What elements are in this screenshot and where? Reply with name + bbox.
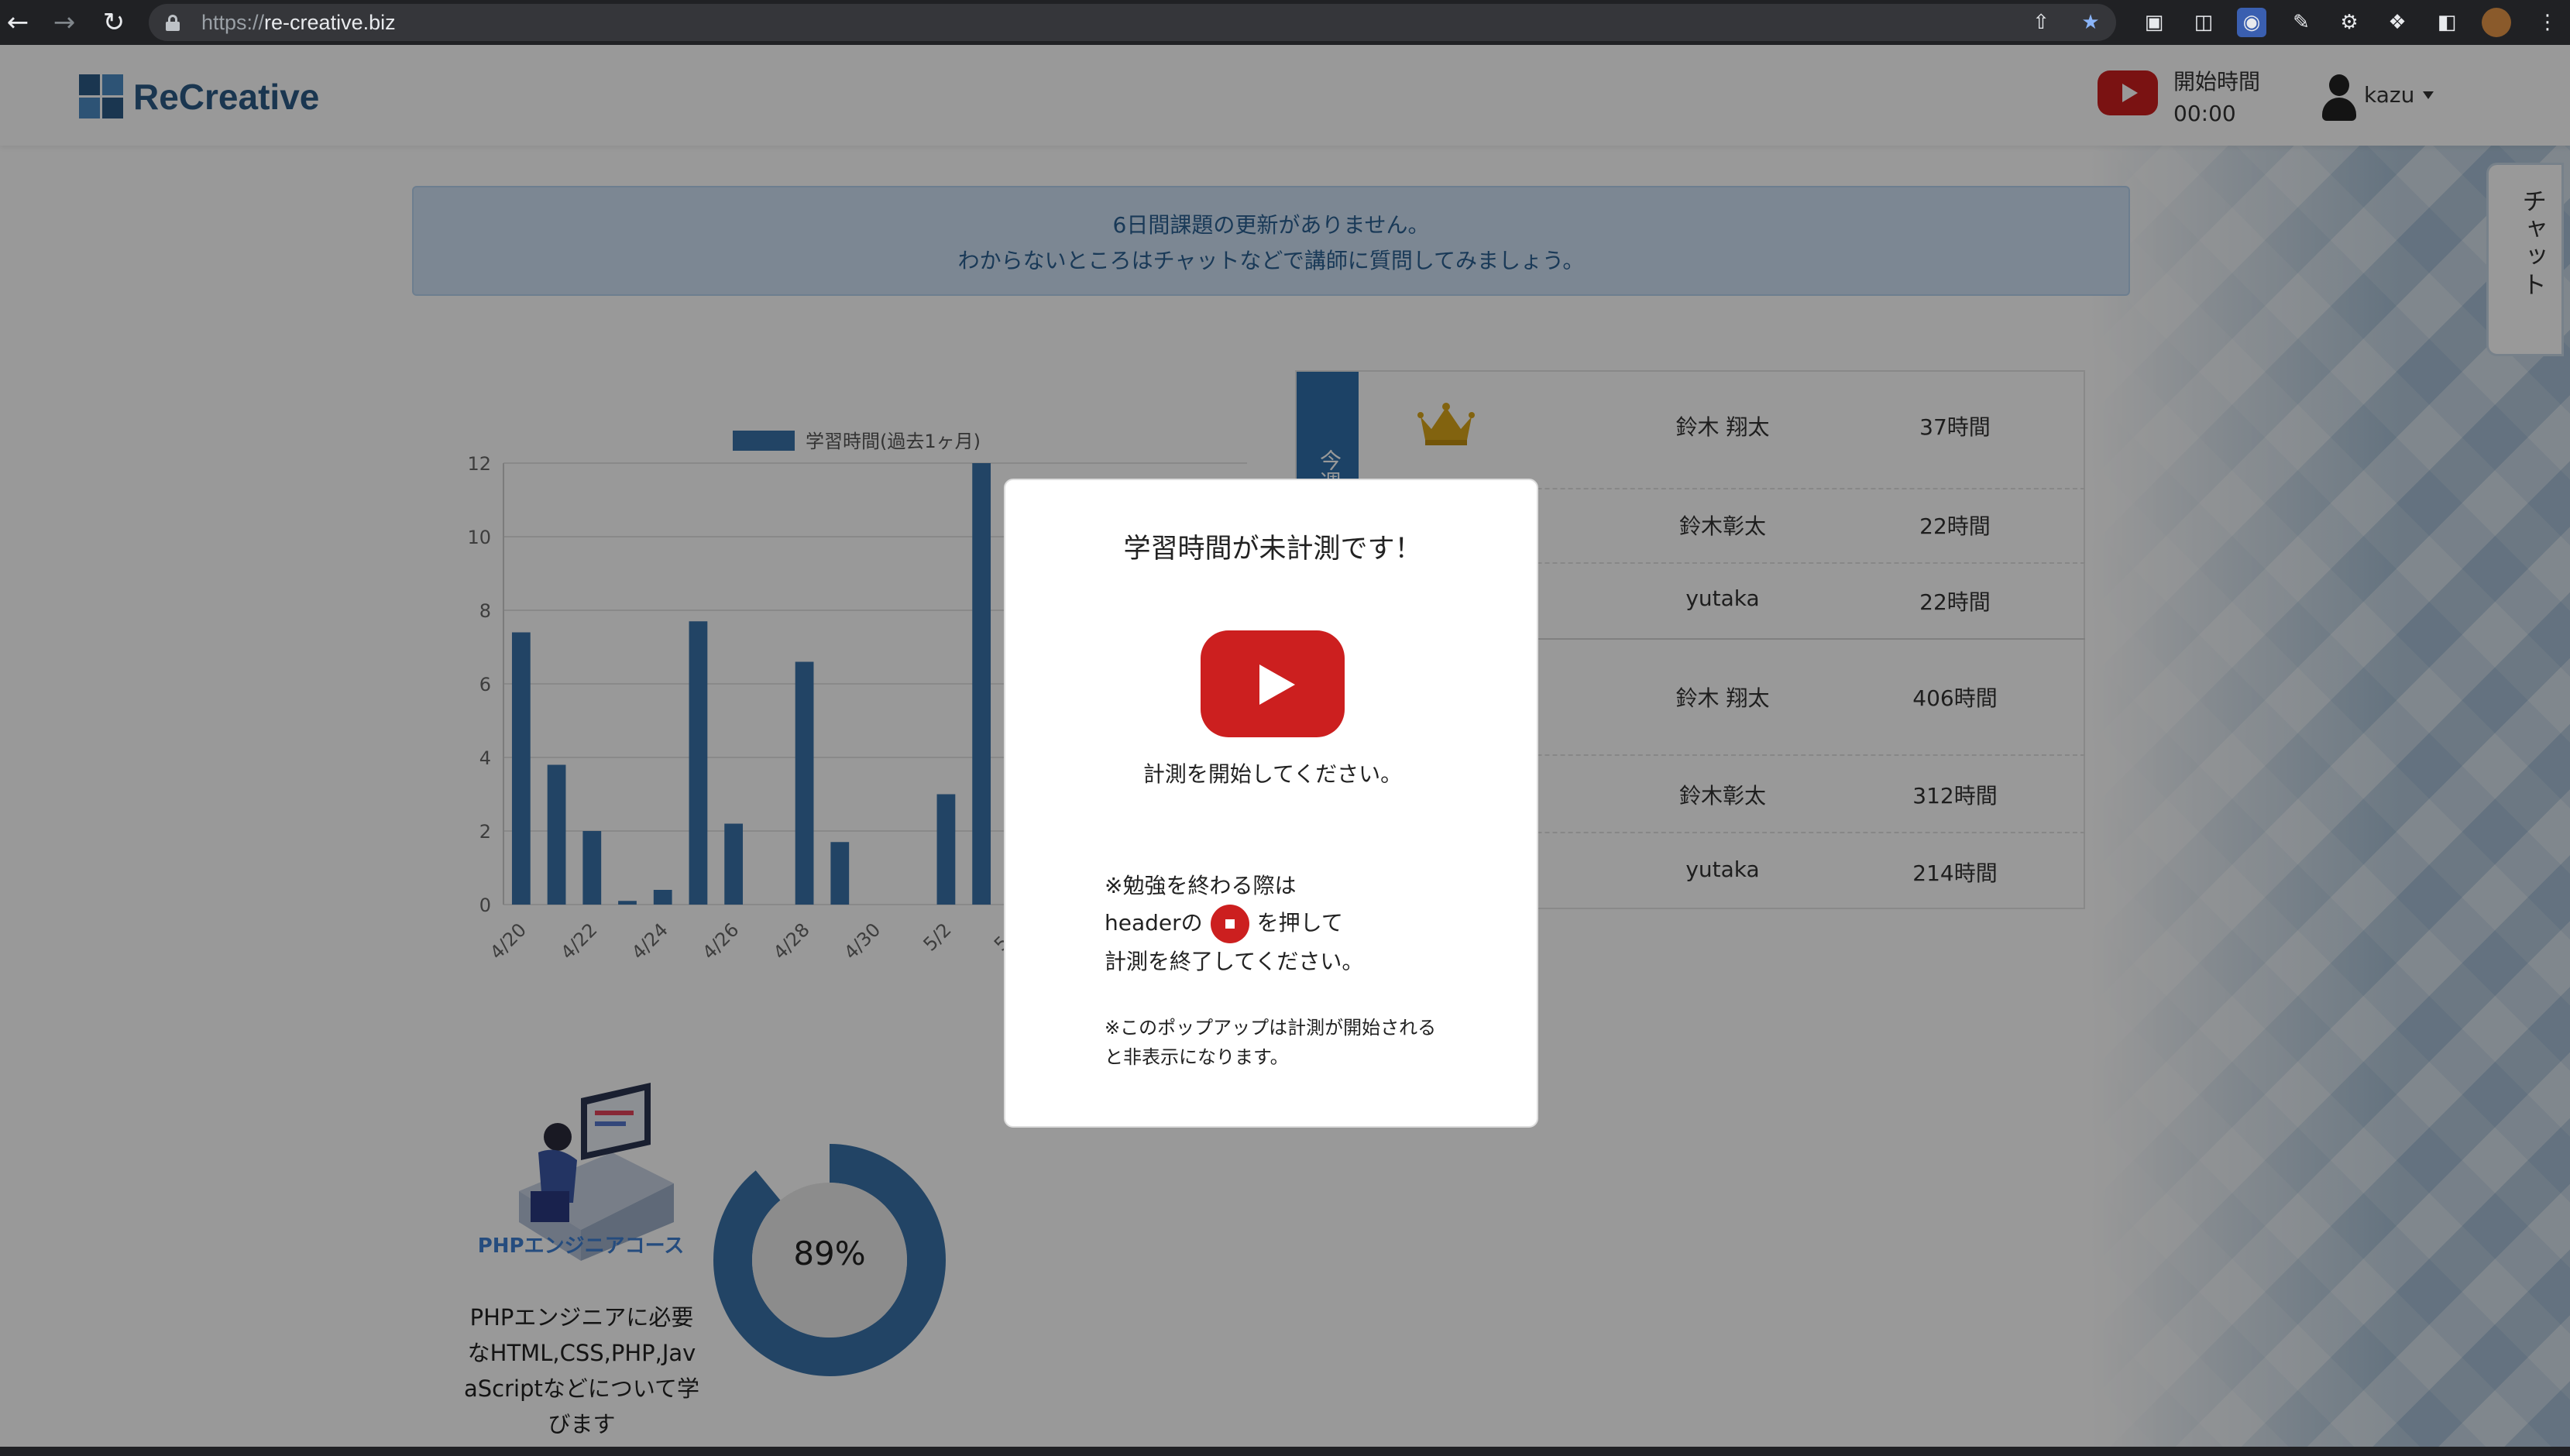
browser-menu-icon[interactable]: ⋮ [2533, 8, 2562, 37]
reload-icon[interactable]: ↻ [96, 5, 132, 40]
lock-icon [166, 15, 180, 31]
extensions-puzzle-icon[interactable]: ❖ [2383, 8, 2412, 37]
address-bar[interactable]: https://re-creative.biz [149, 4, 2116, 41]
note-line-2-prefix: headerの [1105, 910, 1203, 936]
browser-toolbar: ← → ↻ https://re-creative.biz ⇧ ★ ▣ ◫ ◉ … [0, 0, 2570, 45]
modal-title: 学習時間が未計測です！ [1123, 534, 1422, 565]
modal-footnote: ※このポップアップは計測が開始されると非表示になります。 [1105, 1017, 1437, 1068]
side-panel-icon[interactable]: ◧ [2432, 8, 2462, 37]
modal-start-instruction: 計測を開始してください。 [1142, 761, 1403, 787]
note-line-2-suffix: を押して [1256, 910, 1343, 936]
extension-translate-icon[interactable]: ▣ [2139, 8, 2169, 37]
back-icon[interactable]: ← [0, 5, 36, 40]
stop-icon [1210, 905, 1249, 943]
extension-app-icon[interactable]: ◉ [2237, 8, 2266, 37]
profile-avatar[interactable] [2482, 8, 2511, 37]
note-line-2: headerの を押して [1105, 905, 1363, 943]
bookmark-star-icon[interactable]: ★ [2076, 8, 2105, 37]
extension-pen-icon[interactable]: ✎ [2287, 8, 2316, 37]
window-bottom-edge [0, 1447, 2570, 1456]
untracked-time-modal: 学習時間が未計測です！ 計測を開始してください。 ※勉強を終わる際は heade… [1004, 479, 1538, 1128]
extension-gear-icon[interactable]: ⚙ [2335, 8, 2364, 37]
url-text: https://re-creative.biz [201, 11, 396, 34]
forward-icon[interactable]: → [46, 5, 82, 40]
note-line-1: ※勉強を終わる際は [1105, 873, 1297, 898]
share-icon[interactable]: ⇧ [2026, 8, 2056, 37]
modal-stop-instruction: ※勉強を終わる際は headerの を押して 計測を終了してください。 [1105, 867, 1363, 980]
extension-chat-icon[interactable]: ◫ [2189, 8, 2218, 37]
note-line-3: 計測を終了してください。 [1105, 949, 1364, 974]
play-icon[interactable] [1201, 630, 1345, 737]
